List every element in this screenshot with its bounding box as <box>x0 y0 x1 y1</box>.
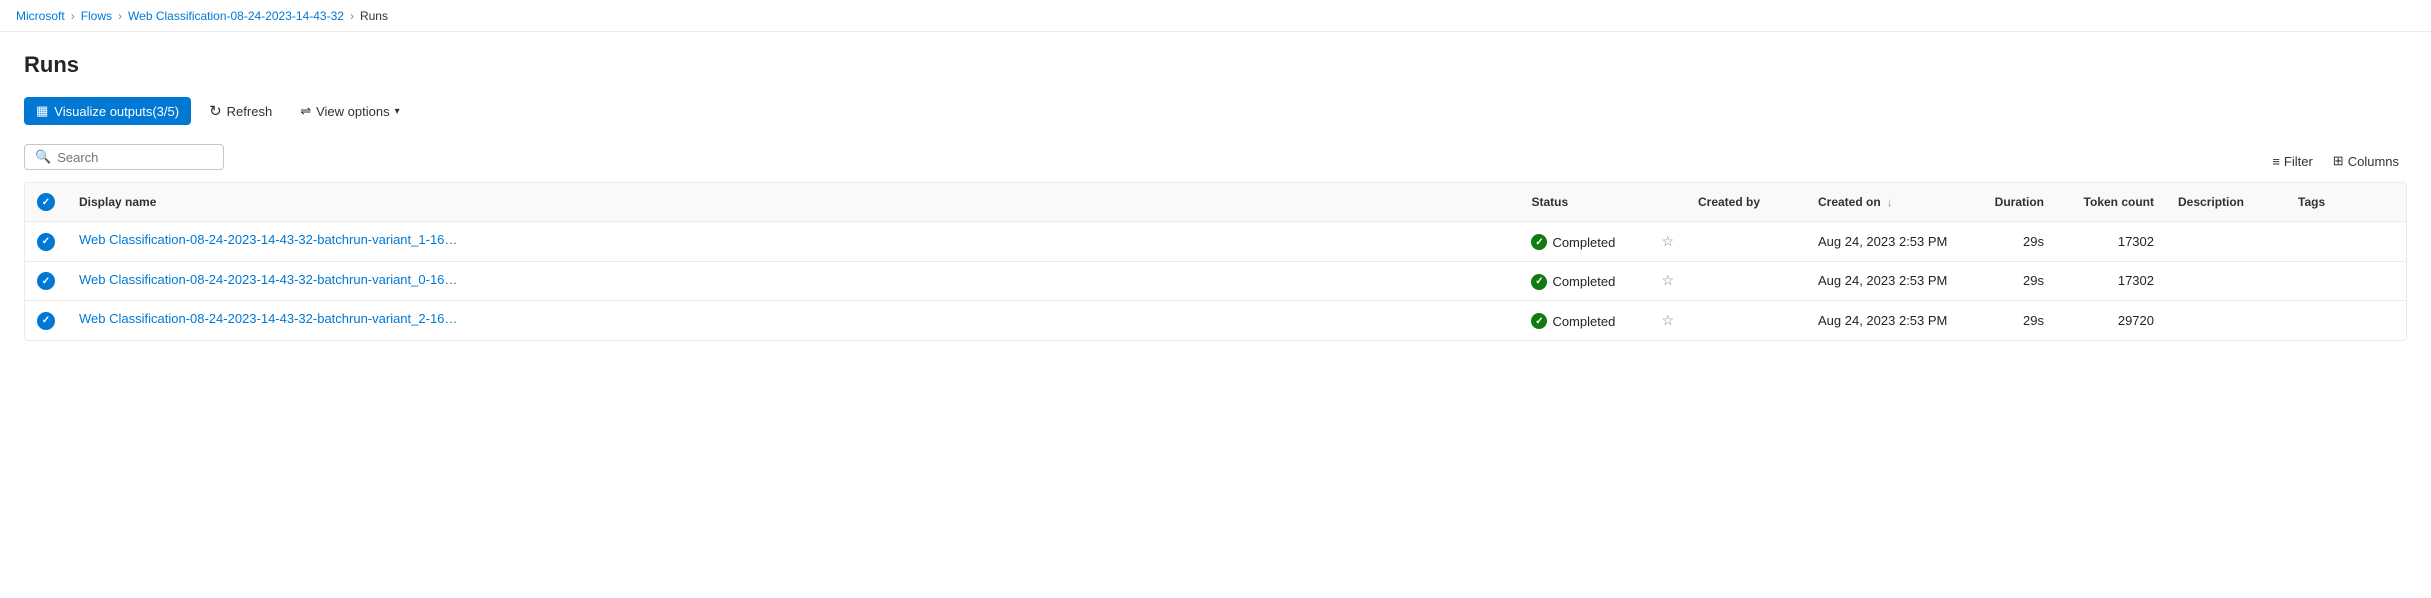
col-header-star <box>1649 183 1686 222</box>
refresh-button[interactable]: ↻ Refresh <box>199 96 282 126</box>
columns-button[interactable]: ⊞ Columns <box>2325 148 2407 174</box>
refresh-label: Refresh <box>227 104 273 119</box>
status-text-2: Completed <box>1552 314 1615 329</box>
row-star-cell: ☆ <box>1649 222 1686 262</box>
columns-label: Columns <box>2348 154 2399 169</box>
row-checkbox[interactable] <box>25 261 67 301</box>
table-header-row: Display name Status Created by Created o… <box>25 183 2406 222</box>
run-name-link-0[interactable]: Web Classification-08-24-2023-14-43-32-b… <box>79 232 459 247</box>
row-name-cell: Web Classification-08-24-2023-14-43-32-b… <box>67 222 1519 262</box>
row-status-cell: Completed <box>1519 222 1649 262</box>
status-completed-icon-1 <box>1531 274 1547 290</box>
col-header-created-by: Created by <box>1686 183 1806 222</box>
visualize-label: Visualize outputs(3/5) <box>54 104 179 119</box>
chevron-down-icon: ▾ <box>395 106 400 117</box>
status-text-1: Completed <box>1552 274 1615 289</box>
search-icon: 🔍 <box>35 149 51 165</box>
row-token-count-cell: 29720 <box>2056 301 2166 340</box>
row-select-checkbox-0[interactable] <box>37 233 55 251</box>
row-created-by-cell <box>1686 301 1806 340</box>
status-badge-1: Completed <box>1531 274 1615 290</box>
breadcrumb-classification[interactable]: Web Classification-08-24-2023-14-43-32 <box>128 9 344 23</box>
col-header-checkbox <box>25 183 67 222</box>
star-icon-1[interactable]: ☆ <box>1661 272 1674 288</box>
col-header-status: Status <box>1519 183 1649 222</box>
breadcrumb-runs: Runs <box>360 9 388 23</box>
row-tags-cell <box>2286 301 2406 340</box>
status-text-0: Completed <box>1552 235 1615 250</box>
row-created-by-cell <box>1686 222 1806 262</box>
page-content: Runs ▦ Visualize outputs(3/5) ↻ Refresh … <box>0 32 2431 361</box>
breadcrumb-flows[interactable]: Flows <box>81 9 112 23</box>
visualize-icon: ▦ <box>36 103 48 119</box>
row-created-on-cell: Aug 24, 2023 2:53 PM <box>1806 301 1966 340</box>
toolbar: ▦ Visualize outputs(3/5) ↻ Refresh ⇌ Vie… <box>24 96 2407 126</box>
status-badge-0: Completed <box>1531 234 1615 250</box>
row-status-cell: Completed <box>1519 261 1649 301</box>
sort-icon: ↓ <box>1887 197 1893 209</box>
row-token-count-cell: 17302 <box>2056 261 2166 301</box>
columns-icon: ⊞ <box>2333 153 2344 169</box>
status-completed-icon-2 <box>1531 313 1547 329</box>
row-tags-cell <box>2286 261 2406 301</box>
col-header-token-count: Token count <box>2056 183 2166 222</box>
view-options-label: View options <box>316 104 389 119</box>
runs-table: Display name Status Created by Created o… <box>25 183 2406 340</box>
status-completed-icon-0 <box>1531 234 1547 250</box>
row-token-count-cell: 17302 <box>2056 222 2166 262</box>
breadcrumb-sep-2: › <box>118 9 122 23</box>
row-checkbox[interactable] <box>25 301 67 340</box>
col-header-description: Description <box>2166 183 2286 222</box>
col-header-duration: Duration <box>1966 183 2056 222</box>
select-all-checkbox[interactable] <box>37 193 55 211</box>
breadcrumb-sep-1: › <box>71 9 75 23</box>
row-created-on-cell: Aug 24, 2023 2:53 PM <box>1806 261 1966 301</box>
visualize-outputs-button[interactable]: ▦ Visualize outputs(3/5) <box>24 97 191 125</box>
filter-button[interactable]: ≡ Filter <box>2264 149 2320 174</box>
refresh-icon: ↻ <box>209 102 222 120</box>
breadcrumb-microsoft[interactable]: Microsoft <box>16 9 65 23</box>
row-duration-cell: 29s <box>1966 222 2056 262</box>
row-star-cell: ☆ <box>1649 301 1686 340</box>
table-row: Web Classification-08-24-2023-14-43-32-b… <box>25 301 2406 340</box>
row-select-checkbox-1[interactable] <box>37 272 55 290</box>
table-actions: ≡ Filter ⊞ Columns <box>2264 148 2407 174</box>
filter-label: Filter <box>2284 154 2313 169</box>
table-row: Web Classification-08-24-2023-14-43-32-b… <box>25 222 2406 262</box>
row-select-checkbox-2[interactable] <box>37 312 55 330</box>
row-name-cell: Web Classification-08-24-2023-14-43-32-b… <box>67 301 1519 340</box>
row-created-on-cell: Aug 24, 2023 2:53 PM <box>1806 222 1966 262</box>
breadcrumb: Microsoft › Flows › Web Classification-0… <box>0 0 2431 32</box>
star-icon-0[interactable]: ☆ <box>1661 233 1674 249</box>
search-bar: 🔍 <box>24 144 224 170</box>
row-description-cell <box>2166 222 2286 262</box>
run-name-link-1[interactable]: Web Classification-08-24-2023-14-43-32-b… <box>79 272 459 287</box>
col-header-created-on[interactable]: Created on ↓ <box>1806 183 1966 222</box>
runs-table-container: Display name Status Created by Created o… <box>24 182 2407 341</box>
table-row: Web Classification-08-24-2023-14-43-32-b… <box>25 261 2406 301</box>
row-description-cell <box>2166 301 2286 340</box>
view-options-icon: ⇌ <box>300 103 311 119</box>
run-name-link-2[interactable]: Web Classification-08-24-2023-14-43-32-b… <box>79 311 459 326</box>
page-title: Runs <box>24 52 2407 78</box>
status-badge-2: Completed <box>1531 313 1615 329</box>
row-name-cell: Web Classification-08-24-2023-14-43-32-b… <box>67 261 1519 301</box>
row-duration-cell: 29s <box>1966 261 2056 301</box>
table-toolbar: 🔍 ≡ Filter ⊞ Columns <box>24 144 2407 178</box>
view-options-button[interactable]: ⇌ View options ▾ <box>290 97 409 125</box>
breadcrumb-sep-3: › <box>350 9 354 23</box>
row-star-cell: ☆ <box>1649 261 1686 301</box>
row-created-by-cell <box>1686 261 1806 301</box>
row-description-cell <box>2166 261 2286 301</box>
row-tags-cell <box>2286 222 2406 262</box>
row-duration-cell: 29s <box>1966 301 2056 340</box>
filter-icon: ≡ <box>2272 154 2280 169</box>
col-header-tags: Tags <box>2286 183 2406 222</box>
col-header-name[interactable]: Display name <box>67 183 1519 222</box>
table-body: Web Classification-08-24-2023-14-43-32-b… <box>25 222 2406 340</box>
row-status-cell: Completed <box>1519 301 1649 340</box>
star-icon-2[interactable]: ☆ <box>1661 312 1674 328</box>
row-checkbox[interactable] <box>25 222 67 262</box>
search-input[interactable] <box>57 150 213 165</box>
